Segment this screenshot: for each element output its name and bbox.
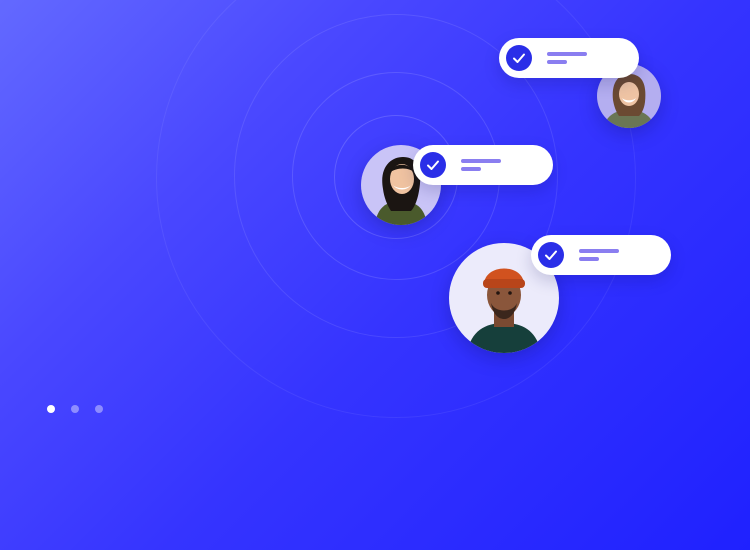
verification-card (531, 235, 671, 275)
placeholder-text-line (547, 60, 567, 64)
carousel-pagination (47, 405, 103, 413)
placeholder-text-line (547, 52, 587, 56)
carousel-dot-1[interactable] (47, 405, 55, 413)
check-circle-icon (420, 152, 446, 178)
placeholder-text-line (461, 167, 481, 171)
carousel-dot-2[interactable] (71, 405, 79, 413)
verification-card (499, 38, 639, 78)
onboarding-illustration-panel (0, 0, 750, 550)
placeholder-text-line (579, 249, 619, 253)
placeholder-text-line (579, 257, 599, 261)
check-circle-icon (538, 242, 564, 268)
check-circle-icon (506, 45, 532, 71)
carousel-dot-3[interactable] (95, 405, 103, 413)
placeholder-text-line (461, 159, 501, 163)
verification-card (413, 145, 553, 185)
